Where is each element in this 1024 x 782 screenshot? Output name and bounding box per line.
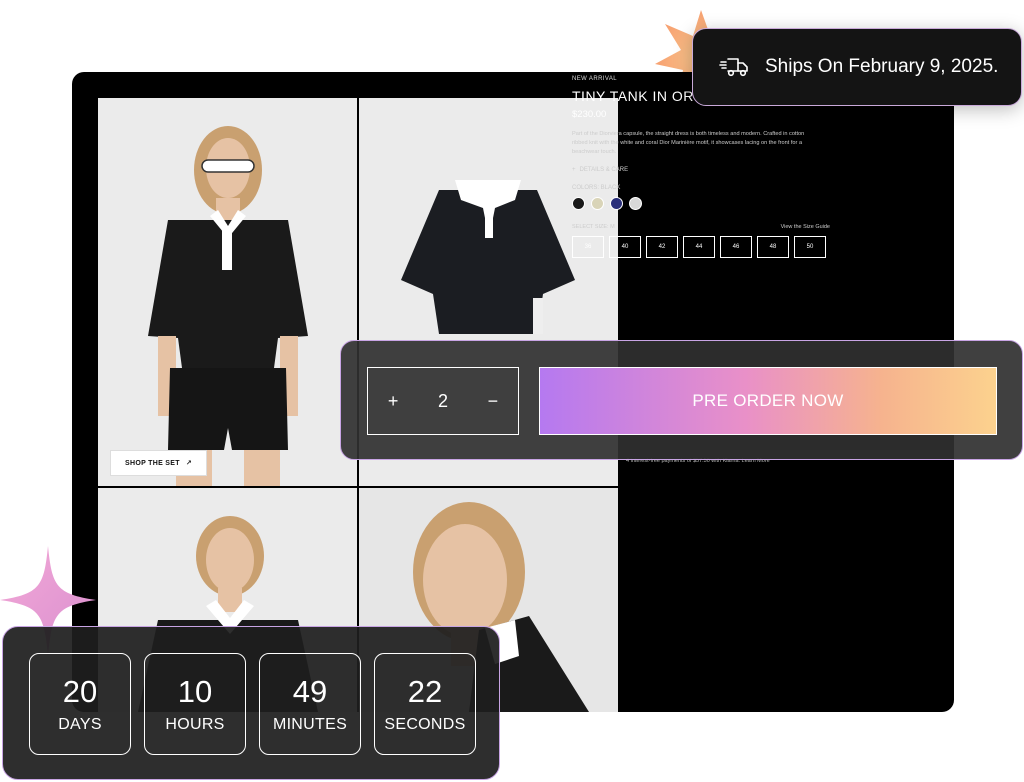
size-option[interactable]: 48 xyxy=(757,236,789,258)
color-swatch-black[interactable] xyxy=(572,197,585,210)
order-panel: + 2 − PRE ORDER NOW xyxy=(340,340,1023,460)
shipping-date-card: Ships On February 9, 2025. xyxy=(692,28,1022,106)
arrow-up-right-icon: ↗ xyxy=(185,460,192,467)
countdown-label: HOURS xyxy=(165,716,225,733)
details-care-toggle[interactable]: + DETAILS & CARE xyxy=(572,167,832,173)
countdown-label: MINUTES xyxy=(272,716,348,733)
size-option[interactable]: 40 xyxy=(609,236,641,258)
details-care-label: DETAILS & CARE xyxy=(579,167,629,173)
delivery-truck-icon xyxy=(719,58,748,77)
countdown-value: 22 xyxy=(407,674,443,709)
countdown-value: 49 xyxy=(292,674,328,709)
decrement-button[interactable]: − xyxy=(488,391,499,412)
size-options: 36 40 42 44 46 48 50 xyxy=(572,236,832,258)
countdown-seconds: 22 SECONDS xyxy=(374,653,476,755)
product-price: $230.00 xyxy=(572,109,607,120)
ship-date-text: Ships On February 9, 2025. xyxy=(765,56,999,77)
size-option[interactable]: 36 xyxy=(572,236,604,258)
quantity-value[interactable]: 2 xyxy=(438,391,448,412)
size-header: SELECT SIZE: M View the Size Guide xyxy=(572,224,830,230)
color-swatch-beige[interactable] xyxy=(591,197,604,210)
countdown-label: SECONDS xyxy=(384,716,466,733)
shop-the-set-button[interactable]: SHOP THE SET ↗ xyxy=(110,450,207,476)
shop-the-set-label: SHOP THE SET xyxy=(125,459,180,467)
size-guide-link[interactable]: View the Size Guide xyxy=(781,224,830,230)
size-option[interactable]: 44 xyxy=(683,236,715,258)
size-option[interactable]: 42 xyxy=(646,236,678,258)
size-option[interactable]: 46 xyxy=(720,236,752,258)
plus-icon: + xyxy=(572,167,576,173)
countdown-hours: 10 HOURS xyxy=(144,653,246,755)
countdown-label: DAYS xyxy=(58,716,102,733)
color-swatch-grey[interactable] xyxy=(629,197,642,210)
color-swatch-navy[interactable] xyxy=(610,197,623,210)
countdown-timer: 20 DAYS 10 HOURS 49 MINUTES 22 SECONDS xyxy=(2,626,500,780)
increment-button[interactable]: + xyxy=(388,391,399,412)
select-size-label: SELECT SIZE: M xyxy=(572,224,615,230)
countdown-value: 20 xyxy=(62,674,98,709)
pre-order-button[interactable]: PRE ORDER NOW xyxy=(539,367,997,435)
countdown-days: 20 DAYS xyxy=(29,653,131,755)
quantity-stepper: + 2 − xyxy=(367,367,519,435)
product-description: Part of the Diorviera capsule, the strai… xyxy=(572,131,805,155)
size-option[interactable]: 50 xyxy=(794,236,826,258)
countdown-value: 10 xyxy=(177,674,213,709)
countdown-minutes: 49 MINUTES xyxy=(259,653,361,755)
color-swatches xyxy=(572,197,832,210)
product-image-model-front[interactable]: SHOP THE SET ↗ xyxy=(98,98,357,486)
colors-label: COLORS: BLACK xyxy=(572,185,621,191)
